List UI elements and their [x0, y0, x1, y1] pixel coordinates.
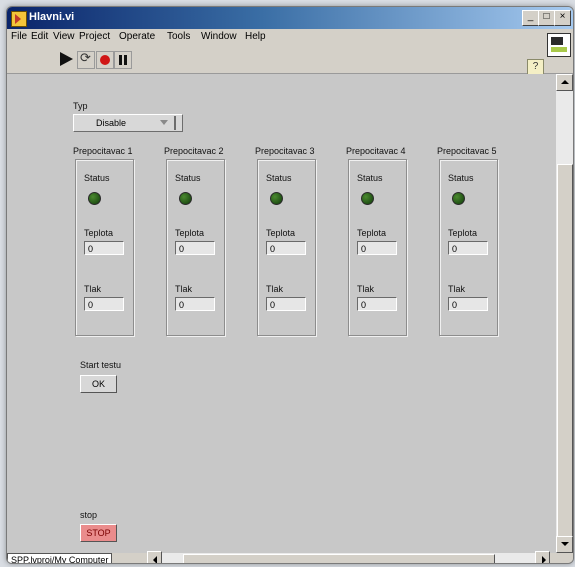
context-help-button[interactable]: ?: [527, 59, 544, 75]
pressure-indicator: 0: [175, 297, 215, 311]
ring-divider: [174, 116, 176, 130]
maximize-button[interactable]: □: [538, 10, 555, 26]
stop-label: stop: [80, 510, 98, 520]
temperature-label: Teplota: [266, 228, 296, 238]
temperature-label: Teplota: [84, 228, 114, 238]
temperature-indicator: 0: [448, 241, 488, 255]
pause-icon[interactable]: [114, 51, 132, 69]
vertical-scroll-thumb[interactable]: [557, 164, 573, 546]
temperature-label: Teplota: [448, 228, 478, 238]
status-led-icon: [452, 192, 465, 205]
scroll-left-icon[interactable]: [147, 551, 162, 563]
abort-execution-icon[interactable]: [96, 51, 114, 69]
temperature-indicator: 0: [357, 241, 397, 255]
menu-help[interactable]: Help: [245, 31, 266, 42]
menu-window[interactable]: Window: [201, 31, 237, 42]
status-led-icon: [361, 192, 374, 205]
temperature-indicator: 0: [266, 241, 306, 255]
pressure-label: Tlak: [266, 284, 284, 294]
menu-project[interactable]: Project: [79, 31, 110, 42]
temperature-indicator: 0: [175, 241, 215, 255]
window-title: Hlavni.vi: [29, 11, 75, 23]
toolbar: ?: [7, 47, 573, 75]
run-arrow-icon[interactable]: [60, 52, 73, 66]
vi-icon-connector-pane: [547, 33, 571, 57]
pressure-label: Tlak: [84, 284, 102, 294]
typ-value: Disable: [96, 118, 127, 128]
project-path: SPP.lvproj/My Computer: [7, 553, 113, 563]
front-panel: Typ Disable Prepocitavac 1 Status Teplot…: [7, 74, 556, 553]
counter-label: Prepocitavac 5: [437, 146, 497, 156]
status-led-icon: [88, 192, 101, 205]
status-label: Status: [84, 173, 110, 183]
status-led-icon: [179, 192, 192, 205]
status-bar: SPP.lvproj/My Computer: [7, 551, 573, 563]
menu-file[interactable]: File: [11, 31, 27, 42]
counter-cluster: Status Teplota 0 Tlak 0: [166, 159, 225, 336]
status-label: Status: [448, 173, 474, 183]
counter-label: Prepocitavac 1: [73, 146, 133, 156]
pressure-indicator: 0: [84, 297, 124, 311]
typ-label: Typ: [73, 101, 88, 111]
counter-label: Prepocitavac 2: [164, 146, 224, 156]
menu-edit[interactable]: Edit: [31, 31, 48, 42]
status-label: Status: [175, 173, 201, 183]
minimize-button[interactable]: _: [522, 10, 539, 26]
temperature-label: Teplota: [175, 228, 205, 238]
counter-label: Prepocitavac 3: [255, 146, 315, 156]
horizontal-scroll-thumb[interactable]: [183, 554, 495, 563]
temperature-indicator: 0: [84, 241, 124, 255]
counter-label: Prepocitavac 4: [346, 146, 406, 156]
menu-tools[interactable]: Tools: [167, 31, 190, 42]
labview-window: Hlavni.vi _ □ × File Edit View Project O…: [6, 6, 574, 564]
start-test-ok-button[interactable]: OK: [80, 375, 117, 393]
counter-cluster: Status Teplota 0 Tlak 0: [75, 159, 134, 336]
scroll-right-icon[interactable]: [535, 551, 550, 563]
counter-cluster: Status Teplota 0 Tlak 0: [348, 159, 407, 336]
menu-view[interactable]: View: [53, 31, 75, 42]
scroll-down-icon[interactable]: [556, 536, 573, 553]
pressure-indicator: 0: [357, 297, 397, 311]
typ-enum-ring[interactable]: Disable: [73, 114, 183, 132]
menu-operate[interactable]: Operate: [119, 31, 155, 42]
pressure-label: Tlak: [175, 284, 193, 294]
close-button[interactable]: ×: [554, 10, 571, 26]
status-label: Status: [357, 173, 383, 183]
pressure-label: Tlak: [448, 284, 466, 294]
pressure-label: Tlak: [357, 284, 375, 294]
status-led-icon: [270, 192, 283, 205]
horizontal-scrollbar[interactable]: [147, 551, 550, 563]
scroll-up-icon[interactable]: [556, 74, 573, 91]
run-continuously-icon[interactable]: [77, 51, 95, 69]
vertical-scrollbar[interactable]: [556, 74, 573, 553]
dropdown-arrow-icon: [160, 120, 168, 125]
labview-vi-icon: [11, 11, 27, 27]
counter-cluster: Status Teplota 0 Tlak 0: [439, 159, 498, 336]
menu-bar: File Edit View Project Operate Tools Win…: [7, 29, 573, 47]
start-test-label: Start testu: [80, 360, 122, 370]
pressure-indicator: 0: [266, 297, 306, 311]
stop-button[interactable]: STOP: [80, 524, 117, 542]
pressure-indicator: 0: [448, 297, 488, 311]
status-label: Status: [266, 173, 292, 183]
temperature-label: Teplota: [357, 228, 387, 238]
counter-cluster: Status Teplota 0 Tlak 0: [257, 159, 316, 336]
title-bar: Hlavni.vi _ □ ×: [7, 7, 573, 29]
